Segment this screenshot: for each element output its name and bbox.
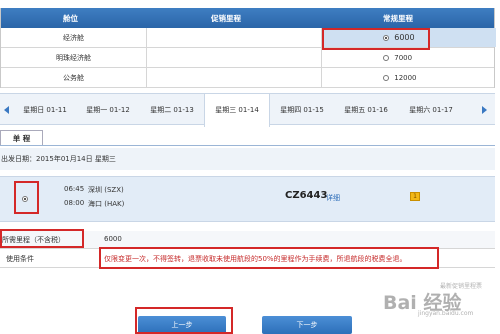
regular-miles-option[interactable]: 12000 (322, 68, 496, 87)
tab-one-way[interactable]: 单 程 (0, 130, 43, 146)
section-divider (0, 145, 495, 146)
day-tab-tue[interactable]: 星期二 01-13 (140, 94, 204, 126)
highlight-box-mileage (0, 229, 84, 248)
day-tab-fri[interactable]: 星期五 01-16 (334, 94, 398, 126)
fare-table-header: 舱位 促销里程 常规里程 (1, 8, 494, 28)
fare-row-pearl-economy[interactable]: 明珠经济舱 7000 (1, 48, 494, 68)
radio-pearl-economy[interactable] (383, 55, 389, 61)
flight-row[interactable]: 06:45 深圳 (SZX) 08:00 海口 (HAK) CZ6443 详细 … (0, 176, 495, 222)
cabin-label: 明珠经济舱 (1, 48, 147, 67)
promo-cell (147, 48, 322, 67)
dep-city: 深圳 (SZX) (88, 186, 124, 194)
next-step-button[interactable]: 下一步 (262, 316, 352, 334)
day-tab-sat[interactable]: 星期六 01-17 (398, 94, 464, 126)
radio-business[interactable] (383, 75, 389, 81)
day-tab-sun[interactable]: 星期日 01-11 (14, 94, 76, 126)
cabin-label: 经济舱 (1, 28, 147, 47)
day-tab-wed[interactable]: 星期三 01-14 (204, 93, 270, 127)
highlight-box-prev-button (135, 307, 233, 334)
header-promo-miles: 促销里程 (211, 14, 241, 23)
highlight-box-flight-radio (14, 181, 39, 214)
fare-row-business[interactable]: 公务舱 12000 (1, 68, 494, 88)
cabin-label: 公务舱 (1, 68, 147, 87)
regular-miles-option[interactable]: 7000 (322, 48, 496, 67)
dep-time: 06:45 (64, 185, 85, 193)
watermark-site: jingyan.baidu.com (418, 310, 474, 317)
next-week-arrow-icon[interactable] (482, 106, 487, 114)
highlight-box-terms (99, 247, 439, 269)
promo-cell (147, 28, 322, 47)
regular-miles-value: 7000 (394, 54, 413, 62)
header-regular-miles: 常规里程 (383, 14, 413, 23)
departure-info: 出发日期：2015年01月14日 星期三 (0, 148, 495, 170)
flight-number: CZ6443 (285, 190, 328, 201)
date-strip: 星期日 01-11 星期一 01-12 星期二 01-13 星期三 01-14 … (0, 93, 495, 127)
seat-count-badge: 1 (410, 192, 420, 201)
terms-label: 使用条件 (6, 255, 34, 263)
flight-detail-link[interactable]: 详细 (326, 193, 340, 203)
day-tab-thu[interactable]: 星期四 01-15 (270, 94, 334, 126)
prev-week-arrow-icon[interactable] (4, 106, 9, 114)
promo-cell (147, 68, 322, 87)
regular-miles-value: 12000 (394, 74, 417, 82)
header-cabin: 舱位 (63, 14, 78, 23)
arr-time: 08:00 (64, 199, 85, 207)
mileage-value: 6000 (104, 235, 122, 243)
highlight-box-economy (322, 28, 430, 50)
arr-city: 海口 (HAK) (88, 200, 125, 208)
day-tab-mon[interactable]: 星期一 01-12 (76, 94, 140, 126)
